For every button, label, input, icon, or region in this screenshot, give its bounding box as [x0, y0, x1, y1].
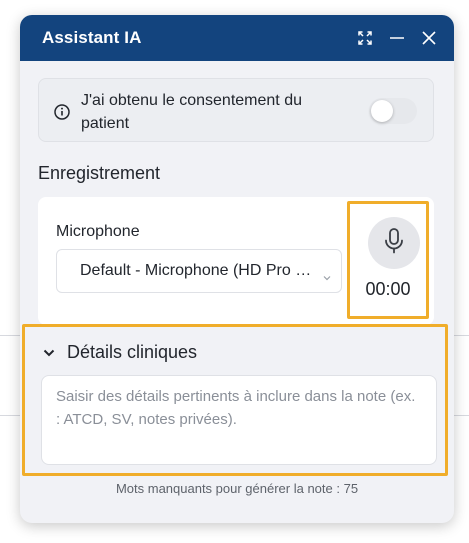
expand-icon[interactable]	[356, 29, 374, 47]
microphone-label: Microphone	[56, 223, 140, 240]
clinical-details-input[interactable]: Saisir des détails pertinents à inclure …	[41, 375, 437, 465]
recording-section-title: Enregistrement	[38, 163, 161, 183]
info-icon	[54, 104, 70, 120]
clinical-details-title: Détails cliniques	[67, 342, 198, 362]
consent-box: J'ai obtenu le consentement du patient	[38, 78, 434, 142]
clinical-details-toggle[interactable]: Détails cliniques	[43, 342, 197, 363]
recording-timer: 00:00	[365, 279, 411, 299]
microphone-select-value: Default - Microphone (HD Pro Webcam C920…	[80, 262, 324, 279]
microphone-icon	[384, 227, 404, 259]
assistant-panel: Assistant IA J'ai obtenu le consentement…	[20, 15, 454, 523]
clinical-details-highlight: Détails cliniques Saisir des détails per…	[22, 324, 448, 476]
toggle-knob	[371, 100, 393, 122]
microphone-select[interactable]: Default - Microphone (HD Pro Webcam C920…	[56, 249, 342, 293]
clinical-details-placeholder: Saisir des détails pertinents à inclure …	[56, 388, 416, 428]
consent-label: J'ai obtenu le consentement du patient	[81, 92, 302, 132]
chevron-down-icon	[323, 268, 331, 281]
minimize-icon[interactable]	[388, 29, 406, 47]
consent-toggle[interactable]	[369, 98, 417, 124]
record-button[interactable]	[368, 217, 420, 269]
panel-header: Assistant IA	[20, 15, 454, 61]
close-icon[interactable]	[420, 29, 438, 47]
recording-controls-highlight: 00:00	[347, 201, 429, 319]
window-controls	[356, 29, 438, 47]
panel-title: Assistant IA	[42, 28, 142, 47]
chevron-down-icon	[43, 344, 55, 362]
missing-words-status: Mots manquants pour générer la note : 75	[115, 481, 359, 496]
